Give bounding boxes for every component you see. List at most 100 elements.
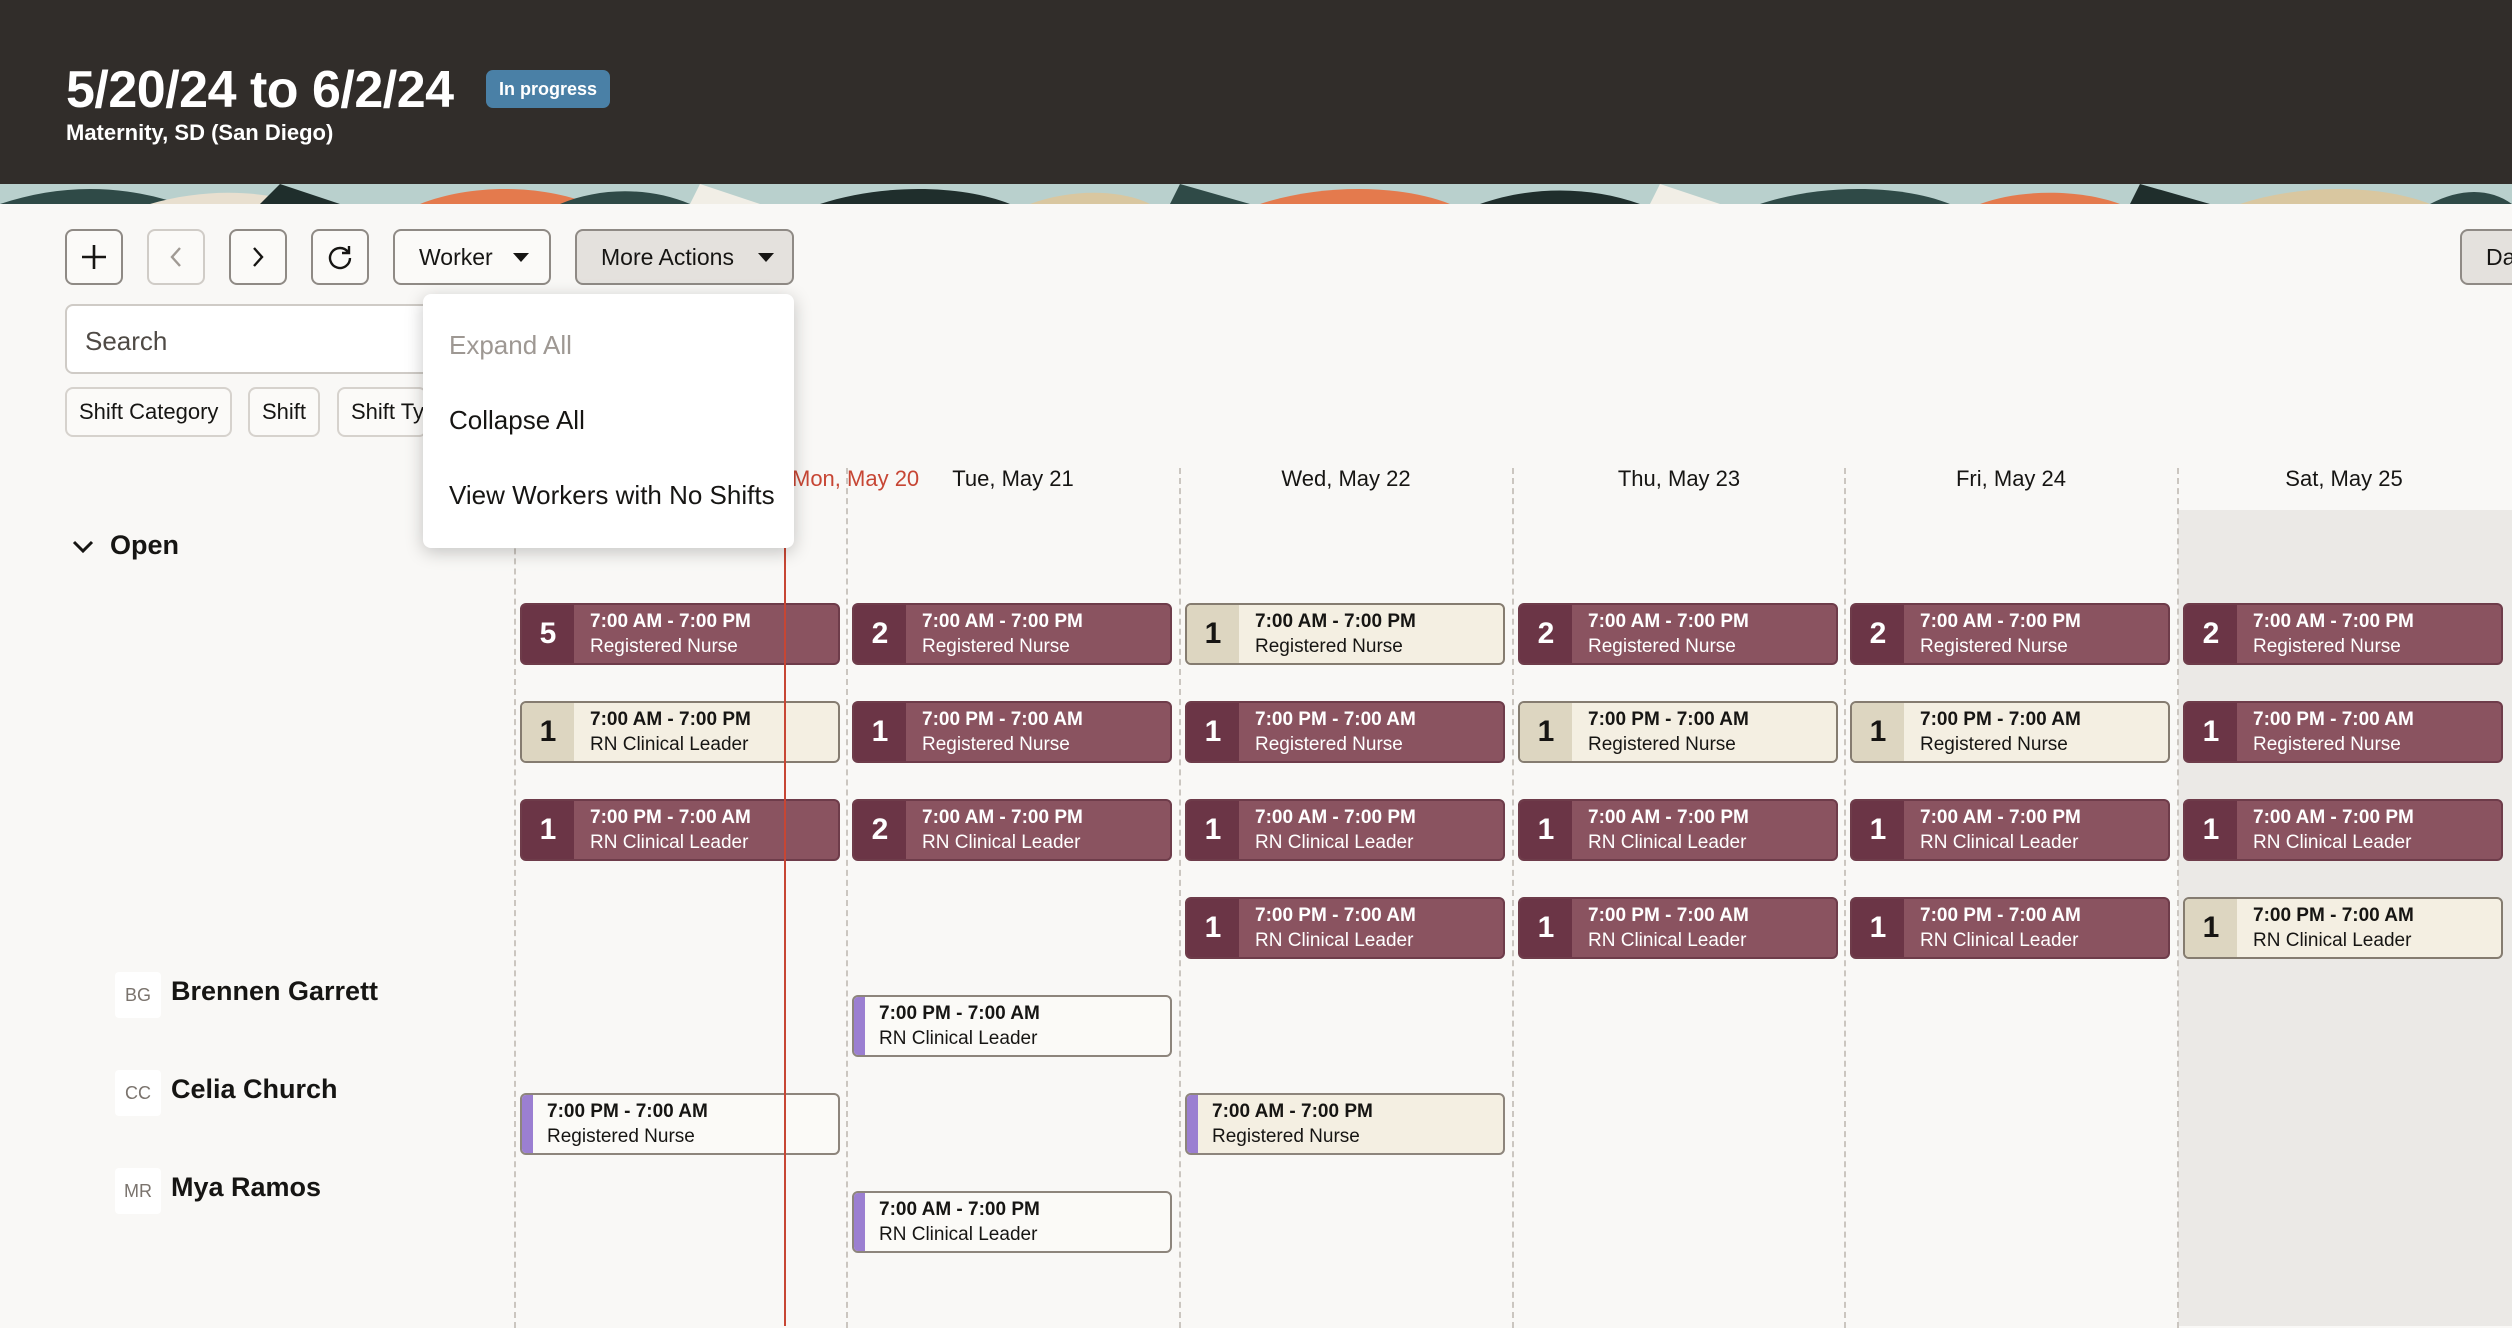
filter-chip-shift[interactable]: Shift [248, 387, 321, 437]
open-shift-tile[interactable]: 2 7:00 AM - 7:00 PM Registered Nurse [2183, 603, 2503, 665]
caret-down-icon [513, 253, 529, 262]
more-actions-button[interactable]: More Actions [575, 229, 794, 285]
shift-count: 1 [1520, 899, 1572, 957]
next-button[interactable] [229, 229, 287, 285]
shift-count: 1 [522, 801, 574, 859]
open-shift-tile[interactable]: 1 7:00 AM - 7:00 PM RN Clinical Leader [1185, 799, 1505, 861]
open-shift-tile[interactable]: 2 7:00 AM - 7:00 PM RN Clinical Leader [852, 799, 1172, 861]
worker-shift-tile[interactable]: 7:00 PM - 7:00 AM Registered Nurse [520, 1093, 840, 1155]
open-shift-tile[interactable]: 2 7:00 AM - 7:00 PM Registered Nurse [852, 603, 1172, 665]
shift-count: 2 [2185, 605, 2237, 663]
open-shift-tile[interactable]: 1 7:00 PM - 7:00 AM Registered Nurse [1185, 701, 1505, 763]
shift-time: 7:00 AM - 7:00 PM [1255, 807, 1416, 828]
day-divider [1844, 468, 1846, 1328]
search-input[interactable]: Search [65, 304, 445, 374]
open-shift-tile[interactable]: 1 7:00 PM - 7:00 AM Registered Nurse [2183, 701, 2503, 763]
open-shift-tile[interactable]: 1 7:00 PM - 7:00 AM RN Clinical Leader [2183, 897, 2503, 959]
add-button[interactable] [65, 229, 123, 285]
open-shift-tile[interactable]: 1 7:00 AM - 7:00 PM RN Clinical Leader [2183, 799, 2503, 861]
open-shift-tile[interactable]: 1 7:00 PM - 7:00 AM RN Clinical Leader [1850, 897, 2170, 959]
open-shift-tile[interactable]: 2 7:00 AM - 7:00 PM Registered Nurse [1850, 603, 2170, 665]
shift-role: RN Clinical Leader [2253, 930, 2412, 951]
shift-role: RN Clinical Leader [879, 1028, 1038, 1049]
worker-name[interactable]: Celia Church [171, 1074, 338, 1105]
refresh-button[interactable] [311, 229, 369, 285]
shift-role: RN Clinical Leader [590, 734, 749, 755]
current-time-line [784, 470, 786, 1326]
open-shift-tile[interactable]: 1 7:00 PM - 7:00 AM Registered Nurse [1850, 701, 2170, 763]
shift-time: 7:00 PM - 7:00 AM [547, 1101, 708, 1122]
shift-role: Registered Nurse [590, 636, 738, 657]
plus-icon [82, 245, 106, 269]
avatar: MR [115, 1168, 161, 1214]
open-shift-tile[interactable]: 1 7:00 AM - 7:00 PM RN Clinical Leader [520, 701, 840, 763]
open-shift-tile[interactable]: 1 7:00 AM - 7:00 PM RN Clinical Leader [1518, 799, 1838, 861]
section-open-toggle[interactable]: Open [72, 530, 179, 561]
menu-item-expand-all[interactable]: Expand All [449, 330, 572, 361]
shift-role: Registered Nurse [1920, 734, 2068, 755]
view-select[interactable]: Worker [393, 229, 551, 285]
shift-time: 7:00 PM - 7:00 AM [922, 709, 1083, 730]
shift-role: RN Clinical Leader [879, 1224, 1038, 1245]
open-shift-tile[interactable]: 5 7:00 AM - 7:00 PM Registered Nurse [520, 603, 840, 665]
open-shift-tile[interactable]: 1 7:00 AM - 7:00 PM Registered Nurse [1185, 603, 1505, 665]
decorative-banner [0, 184, 2512, 204]
shift-role: RN Clinical Leader [1255, 832, 1414, 853]
shift-count: 1 [1187, 703, 1239, 761]
page-subtitle: Maternity, SD (San Diego) [66, 120, 334, 145]
filter-chip-shift-category[interactable]: Shift Category [65, 387, 233, 437]
shift-role: Registered Nurse [1255, 636, 1403, 657]
menu-item-view-workers-no-shifts[interactable]: View Workers with No Shifts [449, 480, 775, 511]
shift-accent-bar [522, 1095, 533, 1153]
shift-count: 1 [1187, 801, 1239, 859]
day-divider [2177, 468, 2179, 1328]
shift-time: 7:00 AM - 7:00 PM [922, 807, 1083, 828]
open-shift-tile[interactable]: 1 7:00 PM - 7:00 AM RN Clinical Leader [1518, 897, 1838, 959]
shift-time: 7:00 AM - 7:00 PM [1255, 611, 1416, 632]
worker-name[interactable]: Brennen Garrett [171, 976, 378, 1007]
shift-role: Registered Nurse [547, 1126, 695, 1147]
open-shift-tile[interactable]: 2 7:00 AM - 7:00 PM Registered Nurse [1518, 603, 1838, 665]
shift-count: 1 [1852, 899, 1904, 957]
open-shift-tile[interactable]: 1 7:00 PM - 7:00 AM RN Clinical Leader [1185, 897, 1505, 959]
shift-role: Registered Nurse [1588, 636, 1736, 657]
shift-count: 2 [854, 801, 906, 859]
worker-shift-tile[interactable]: 7:00 AM - 7:00 PM Registered Nurse [1185, 1093, 1505, 1155]
shift-role: Registered Nurse [922, 734, 1070, 755]
chevron-right-icon [253, 247, 264, 267]
menu-item-collapse-all[interactable]: Collapse All [449, 405, 585, 436]
avatar: BG [115, 972, 161, 1018]
shift-count: 2 [854, 605, 906, 663]
open-shift-tile[interactable]: 1 7:00 PM - 7:00 AM RN Clinical Leader [520, 799, 840, 861]
right-action-button[interactable]: Da [2460, 229, 2512, 285]
shift-count: 1 [1852, 801, 1904, 859]
caret-down-icon [758, 253, 774, 262]
previous-button[interactable] [147, 229, 205, 285]
open-shift-tile[interactable]: 1 7:00 PM - 7:00 AM Registered Nurse [1518, 701, 1838, 763]
shift-time: 7:00 AM - 7:00 PM [1920, 807, 2081, 828]
shift-time: 7:00 AM - 7:00 PM [1588, 611, 1749, 632]
day-header-thu: Thu, May 23 [1617, 466, 1741, 491]
shift-time: 7:00 PM - 7:00 AM [2253, 905, 2414, 926]
open-shift-tile[interactable]: 1 7:00 PM - 7:00 AM Registered Nurse [852, 701, 1172, 763]
day-divider [514, 468, 516, 1328]
shift-time: 7:00 AM - 7:00 PM [590, 611, 751, 632]
filter-chip-shift-type[interactable]: Shift Ty [337, 387, 427, 437]
shift-role: Registered Nurse [922, 636, 1070, 657]
avatar: CC [115, 1070, 161, 1116]
shift-role: RN Clinical Leader [1920, 930, 2079, 951]
day-header-fri: Fri, May 24 [1955, 466, 2067, 491]
shift-role: RN Clinical Leader [922, 832, 1081, 853]
day-header-sat: Sat, May 25 [2285, 466, 2403, 491]
shift-count: 1 [2185, 703, 2237, 761]
open-shift-tile[interactable]: 1 7:00 AM - 7:00 PM RN Clinical Leader [1850, 799, 2170, 861]
worker-shift-tile[interactable]: 7:00 PM - 7:00 AM RN Clinical Leader [852, 995, 1172, 1057]
shift-count: 1 [2185, 801, 2237, 859]
shift-role: Registered Nurse [1255, 734, 1403, 755]
shift-count: 5 [522, 605, 574, 663]
shift-time: 7:00 AM - 7:00 PM [1920, 611, 2081, 632]
worker-name[interactable]: Mya Ramos [171, 1172, 321, 1203]
shift-time: 7:00 PM - 7:00 AM [1920, 905, 2081, 926]
worker-shift-tile[interactable]: 7:00 AM - 7:00 PM RN Clinical Leader [852, 1191, 1172, 1253]
shift-time: 7:00 PM - 7:00 AM [590, 807, 751, 828]
